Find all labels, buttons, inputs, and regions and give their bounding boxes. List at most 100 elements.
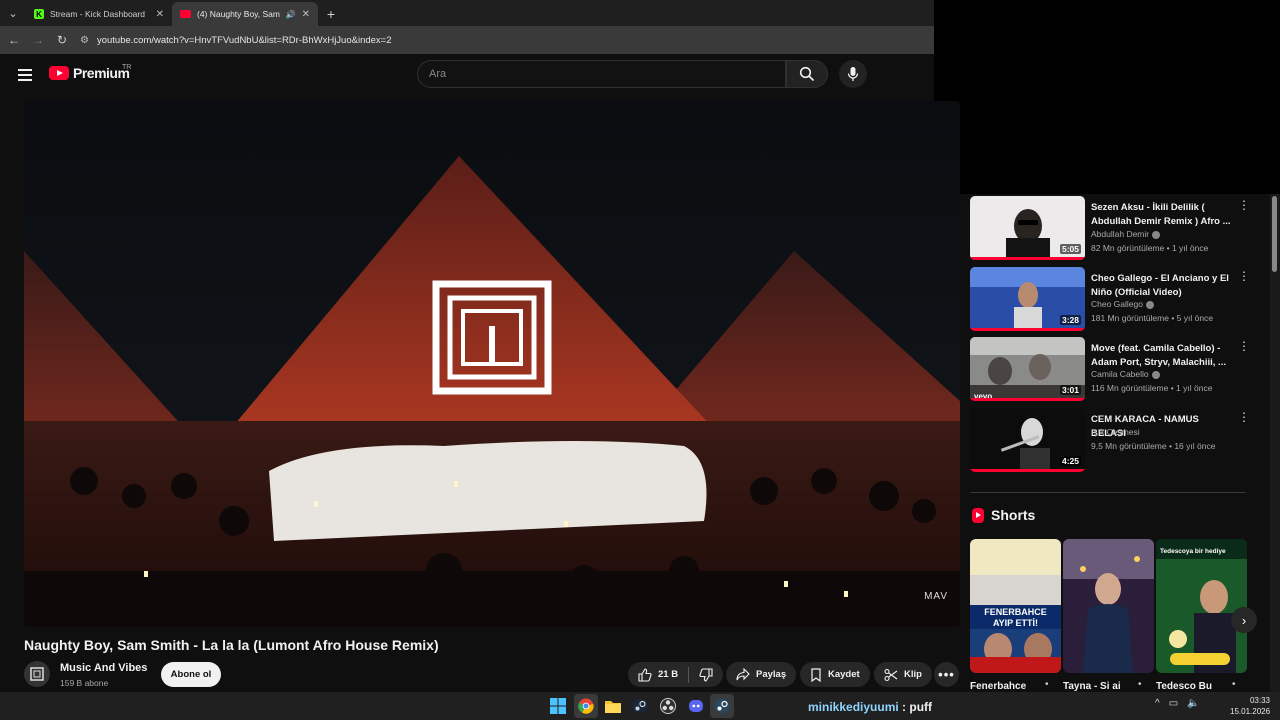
video-thumbnail[interactable]: vevo 3:01 [970, 337, 1085, 401]
save-button[interactable]: Kaydet [800, 662, 870, 687]
verified-icon [1151, 370, 1160, 379]
video-frame [24, 101, 960, 627]
voice-search-button[interactable] [839, 60, 867, 88]
discord-icon[interactable] [687, 697, 705, 715]
like-count[interactable]: 21 B [658, 669, 678, 680]
tab-close-icon[interactable]: ✕ [156, 9, 164, 20]
like-dislike-group: 21 B [628, 662, 724, 687]
network-icon[interactable]: ▭ [1169, 698, 1178, 709]
share-label: Paylaş [756, 669, 787, 680]
recommendation-channel[interactable]: Işık Çeşmesi [1091, 427, 1140, 437]
short-more-icon[interactable]: • [1045, 679, 1049, 690]
tab-title: (4) Naughty Boy, Sam Smith [197, 9, 280, 19]
video-player[interactable]: MAV [24, 101, 960, 627]
tab-audio-icon[interactable]: 🔊 [286, 10, 296, 19]
thumbs-down-icon[interactable] [699, 667, 713, 682]
windows-start-icon[interactable] [549, 697, 567, 715]
channel-name[interactable]: Music And Vibes [60, 662, 147, 674]
chevron-right-icon[interactable]: › [1231, 607, 1257, 633]
search-icon [799, 66, 815, 82]
view-count: 181 Mn görüntüleme [1091, 313, 1169, 323]
sidebar-scrollbar[interactable] [1270, 194, 1280, 694]
clip-label: Klip [904, 669, 922, 680]
tab-search-chevron-icon[interactable]: ⌄ [0, 0, 26, 26]
reload-icon[interactable]: ↻ [54, 33, 70, 47]
search-input[interactable]: Ara [417, 60, 786, 88]
steam-icon[interactable] [631, 697, 649, 715]
short-title[interactable]: Tayna - Si ai [1063, 681, 1121, 692]
youtube-play-icon [49, 66, 69, 80]
site-info-icon[interactable]: ⚙ [80, 35, 89, 46]
more-vertical-icon[interactable]: ⋮ [1238, 270, 1250, 282]
recommendation-item[interactable]: 3:28 Cheo Gallego - El Anciano y El Niño… [970, 267, 1250, 333]
shorts-icon [972, 507, 984, 523]
region-code: TR [122, 64, 132, 71]
more-actions-button[interactable]: ••• [934, 662, 959, 687]
recommendation-channel[interactable]: Abdullah Demir [1091, 229, 1161, 239]
search-button[interactable] [786, 60, 828, 88]
short-title[interactable]: Tedesco Bu [1156, 681, 1212, 692]
recommendation-title[interactable]: Cheo Gallego - El Anciano y El Niño (Off… [1091, 272, 1231, 300]
video-thumbnail[interactable]: 4:25 [970, 408, 1085, 472]
video-thumbnail[interactable]: 5:05 [970, 196, 1085, 260]
forward-arrow-icon[interactable]: → [30, 33, 46, 47]
channel-avatar[interactable] [24, 661, 50, 687]
tab-close-icon[interactable]: ✕ [302, 9, 310, 20]
more-vertical-icon[interactable]: ⋮ [1238, 199, 1250, 211]
short-thumbnail[interactable] [1063, 539, 1154, 673]
clip-button[interactable]: Klip [874, 662, 932, 687]
short-title[interactable]: Fenerbahce [970, 681, 1026, 692]
youtube-logo[interactable]: Premium [49, 65, 130, 81]
shorts-heading: Shorts [972, 507, 1035, 523]
short-more-icon[interactable]: • [1232, 679, 1236, 690]
tab-kick-dashboard[interactable]: K Stream - Kick Dashboard ✕ [26, 2, 172, 26]
obs-icon[interactable] [659, 697, 677, 715]
recommendation-item[interactable]: 4:25 CEM KARACA - NAMUS BELASI Işık Çeşm… [970, 408, 1250, 474]
channel-name: Camila Cabello [1091, 369, 1149, 379]
short-overlay-text: Tedescoya bir hediye [1160, 548, 1226, 555]
view-count: 82 Mn görüntüleme [1091, 243, 1165, 253]
youtube-header: Premium TR Ara [0, 54, 934, 100]
recommendation-title[interactable]: Sezen Aksu - İkili Delilik ( Abdullah De… [1091, 201, 1231, 229]
browser-tabbar: ⌄ K Stream - Kick Dashboard ✕ (4) Naught… [0, 0, 934, 26]
video-thumbnail[interactable]: 3:28 [970, 267, 1085, 331]
thumbs-up-icon[interactable] [638, 667, 652, 682]
system-clock[interactable]: 03:33 15.01.2026 [1230, 695, 1270, 717]
recommendation-item[interactable]: 5:05 Sezen Aksu - İkili Delilik ( Abdull… [970, 196, 1250, 262]
steam-app-icon[interactable] [713, 697, 731, 715]
recommendation-item[interactable]: vevo 3:01 Move (feat. Camila Cabello) - … [970, 337, 1250, 403]
more-vertical-icon[interactable]: ⋮ [1238, 411, 1250, 423]
chrome-icon[interactable] [577, 697, 595, 715]
section-divider [970, 492, 1246, 493]
chat-username: minikkediyuumi [808, 700, 899, 714]
tab-title: Stream - Kick Dashboard [50, 9, 145, 19]
system-tray: ^ ▭ 🔈 [1155, 698, 1200, 709]
upload-age: 1 yıl önce [1171, 243, 1209, 253]
microphone-icon [847, 67, 859, 81]
chevron-up-icon[interactable]: ^ [1155, 698, 1160, 709]
video-watermark: MAV [924, 591, 948, 602]
address-bar[interactable]: ⚙ youtube.com/watch?v=HnvTFVudNbU&list=R… [80, 29, 934, 51]
tab-youtube-video[interactable]: (4) Naughty Boy, Sam Smith 🔊 ✕ [172, 2, 318, 26]
recommendation-title[interactable]: Move (feat. Camila Cabello) - Adam Port,… [1091, 342, 1231, 370]
verified-icon [1145, 300, 1154, 309]
menu-icon[interactable] [18, 69, 32, 84]
recommendation-channel[interactable]: Cheo Gallego [1091, 299, 1154, 309]
subscribe-button[interactable]: Abone ol [161, 662, 221, 687]
search-placeholder: Ara [429, 68, 447, 80]
short-thumbnail[interactable]: FENERBAHCE AYIP ETTİ! [970, 539, 1061, 673]
file-explorer-icon[interactable] [604, 697, 622, 715]
scrollbar-thumb[interactable] [1272, 196, 1277, 272]
short-thumbnail[interactable]: Tedescoya bir hediye [1156, 539, 1247, 673]
new-tab-button[interactable]: + [318, 2, 344, 26]
share-button[interactable]: Paylaş [726, 662, 797, 687]
video-duration: 5:05 [1059, 244, 1081, 254]
more-horizontal-icon: ••• [938, 667, 955, 682]
back-arrow-icon[interactable]: ← [6, 33, 22, 47]
recommendation-channel[interactable]: Camila Cabello [1091, 369, 1160, 379]
more-vertical-icon[interactable]: ⋮ [1238, 340, 1250, 352]
volume-icon[interactable]: 🔈 [1187, 698, 1199, 709]
recommendation-meta: 9,5 Mn görüntüleme • 16 yıl önce [1091, 441, 1216, 451]
channel-name: Işık Çeşmesi [1091, 427, 1140, 437]
short-more-icon[interactable]: • [1138, 679, 1142, 690]
